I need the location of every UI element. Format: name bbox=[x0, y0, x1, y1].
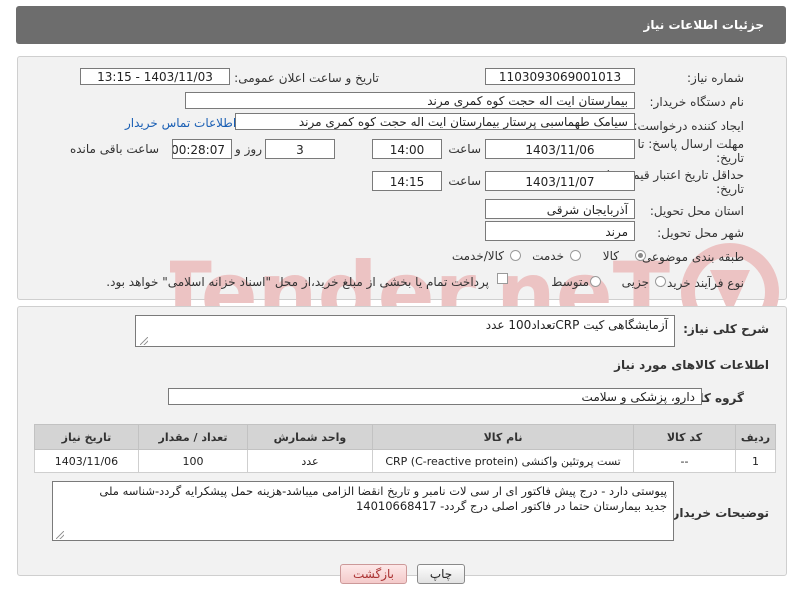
city-field[interactable]: مرند bbox=[485, 221, 635, 241]
cell-need-date: 1403/11/06 bbox=[34, 449, 139, 473]
process-label: نوع فرآیند خرید : bbox=[659, 276, 744, 290]
column-header-item-code: کد کالا bbox=[633, 424, 736, 450]
price-validity-label-date: تاریخ: bbox=[716, 182, 744, 196]
treasury-payment-note: پرداخت تمام یا بخشی از مبلغ خرید،از محل … bbox=[106, 275, 489, 289]
category-radio-service[interactable] bbox=[570, 250, 581, 261]
remaining-time-field[interactable]: 00:28:07 bbox=[172, 139, 232, 159]
reply-time-field[interactable]: 14:00 bbox=[372, 139, 442, 159]
category-radio-goods-service[interactable] bbox=[510, 250, 521, 261]
cell-row-number: 1 bbox=[734, 449, 777, 473]
buyer-notes-line-2: جدید بیمارستان حتما در فاکتور اصلی درج گ… bbox=[355, 499, 667, 513]
cell-item-name: تست پروتئین واکنشی (CRP (C-reactive prot… bbox=[371, 449, 635, 473]
category-radio-goods[interactable] bbox=[635, 250, 646, 261]
reply-date-field[interactable]: 1403/11/06 bbox=[485, 139, 635, 159]
page-title: جزئیات اطلاعات نیاز bbox=[643, 18, 764, 32]
creator-field[interactable]: سیامک طهماسبی پرستار بیمارستان ایت اله ح… bbox=[235, 113, 635, 130]
announce-label: تاریخ و ساعت اعلان عمومی: bbox=[234, 71, 379, 85]
process-option-medium: متوسط bbox=[551, 275, 589, 289]
goods-section-title: اطلاعات کالاهای مورد نیاز bbox=[614, 358, 769, 372]
treasury-payment-checkbox[interactable] bbox=[497, 273, 508, 284]
process-radio-medium[interactable] bbox=[590, 276, 601, 287]
cell-unit: عدد bbox=[247, 449, 373, 473]
price-time-label: ساعت bbox=[448, 174, 481, 188]
announce-field[interactable]: 1403/11/03 - 13:15 bbox=[80, 68, 230, 85]
buyer-contact-link[interactable]: اطلاعات تماس خریدار bbox=[125, 116, 236, 130]
category-label: طبقه بندی موضوعی: bbox=[637, 250, 744, 264]
remaining-time-label: ساعت باقی مانده bbox=[69, 142, 159, 156]
province-field[interactable]: آذربایجان شرقی bbox=[485, 199, 635, 219]
column-header-need-date: تاریخ نیاز bbox=[34, 424, 139, 450]
price-date-field[interactable]: 1403/11/07 bbox=[485, 171, 635, 191]
description-text: آزمایشگاهی کیت CRPتعداد100 عدد bbox=[485, 318, 668, 332]
buyer-notes-field[interactable]: پیوستی دارد - درج پیش فاکتور ای ار سی لا… bbox=[52, 481, 674, 541]
goods-table: ردیف کد کالا نام کالا واحد شمارش تعداد /… bbox=[34, 424, 777, 473]
reply-deadline-label-date: تاریخ: bbox=[716, 151, 744, 165]
column-header-row-number: ردیف bbox=[734, 424, 777, 450]
column-header-unit: واحد شمارش bbox=[247, 424, 373, 450]
city-label: شهر محل تحویل: bbox=[657, 226, 744, 240]
need-number-field[interactable]: 1103093069001013 bbox=[485, 68, 635, 85]
reply-deadline-label: مهلت ارسال پاسخ: تا bbox=[637, 137, 744, 151]
buyer-org-field[interactable]: بیمارستان ایت اله حجت کوه کمری مرند bbox=[185, 92, 635, 109]
price-time-field[interactable]: 14:15 bbox=[372, 171, 442, 191]
province-label: استان محل تحویل: bbox=[649, 204, 744, 218]
reply-time-label: ساعت bbox=[448, 142, 481, 156]
process-option-minor: جزیی bbox=[621, 275, 649, 289]
category-option-goods: کالا bbox=[602, 249, 619, 263]
days-remaining-field[interactable]: 3 bbox=[265, 139, 335, 159]
category-option-goods-service: کالا/خدمت bbox=[451, 249, 504, 263]
goods-group-field[interactable]: دارو، پزشکی و سلامت bbox=[168, 388, 702, 405]
textarea-resize-handle[interactable] bbox=[140, 337, 148, 345]
days-label: روز و bbox=[235, 142, 262, 156]
creator-label: ایجاد کننده درخواست: bbox=[633, 119, 744, 133]
page-header: جزئیات اطلاعات نیاز bbox=[16, 6, 786, 44]
column-header-item-name: نام کالا bbox=[371, 424, 635, 450]
buyer-notes-line-1: پیوستی دارد - درج پیش فاکتور ای ار سی لا… bbox=[99, 484, 667, 498]
category-option-service: خدمت bbox=[532, 249, 564, 263]
process-radio-minor[interactable] bbox=[655, 276, 666, 287]
buyer-org-label: نام دستگاه خریدار: bbox=[649, 95, 745, 109]
print-button[interactable]: چاپ bbox=[417, 564, 465, 584]
description-label: شرح کلی نیاز: bbox=[683, 322, 769, 336]
need-number-label: شماره نیاز: bbox=[687, 71, 744, 85]
buyer-notes-label: توضیحات خریدار: bbox=[667, 506, 769, 520]
description-field[interactable]: آزمایشگاهی کیت CRPتعداد100 عدد bbox=[135, 315, 675, 347]
cell-item-code: -- bbox=[633, 449, 736, 473]
notes-resize-handle[interactable] bbox=[56, 531, 64, 539]
back-button[interactable]: بازگشت bbox=[340, 564, 407, 584]
column-header-quantity: تعداد / مقدار bbox=[137, 424, 249, 450]
table-row[interactable]: 1 -- تست پروتئین واکنشی (CRP (C-reactive… bbox=[34, 449, 777, 473]
cell-quantity: 100 bbox=[137, 449, 249, 473]
table-header-row: ردیف کد کالا نام کالا واحد شمارش تعداد /… bbox=[34, 424, 777, 450]
